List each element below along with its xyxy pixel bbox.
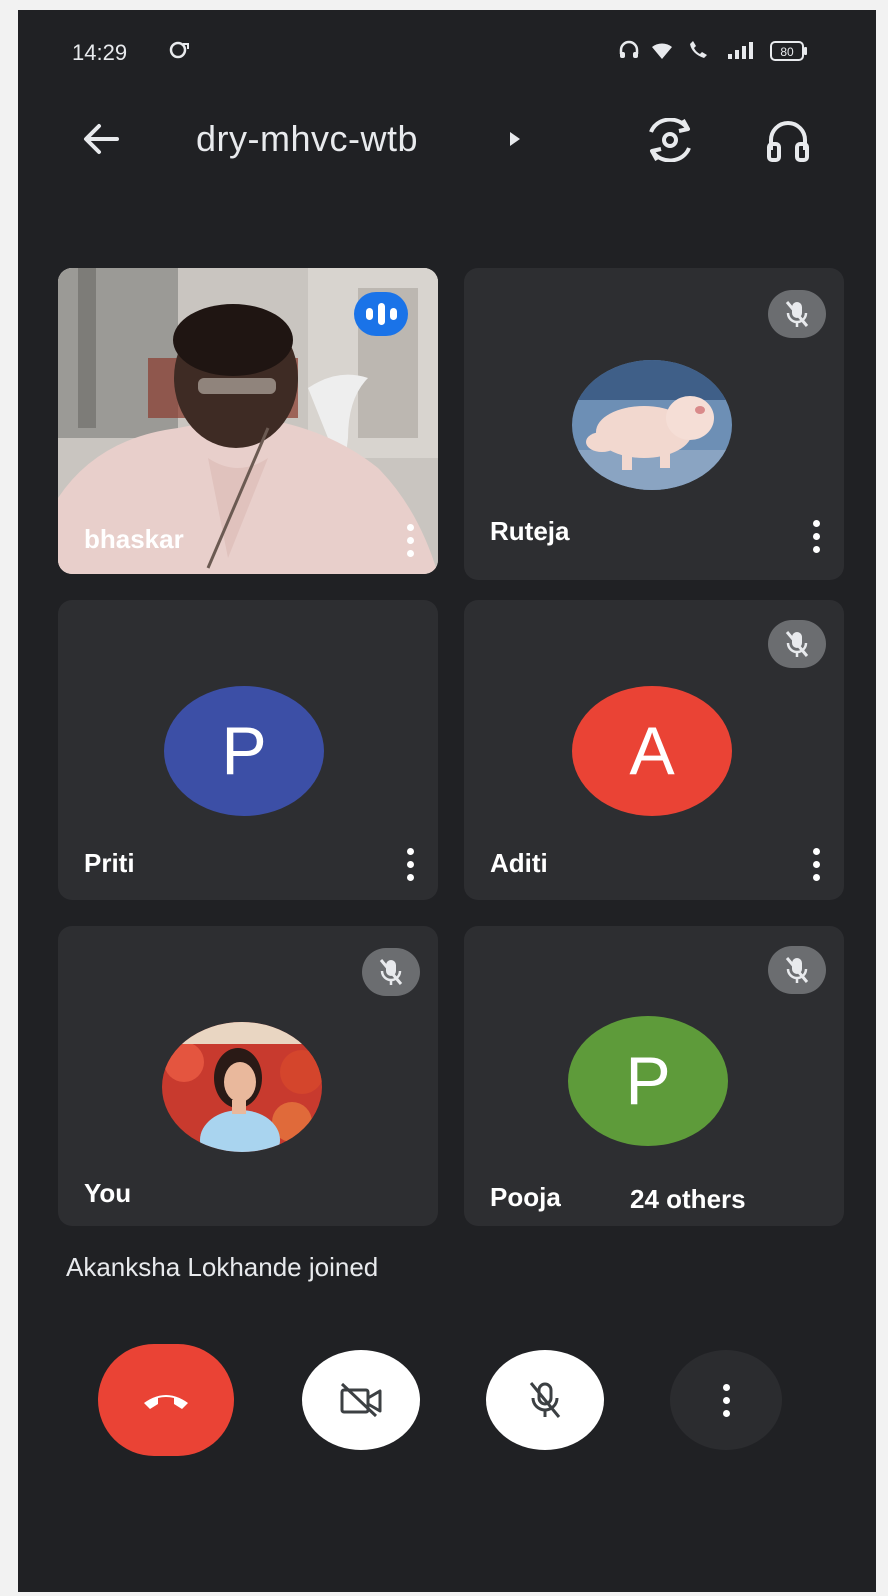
battery-icon: 80 — [770, 40, 808, 68]
headphones-icon — [767, 121, 809, 162]
participant-options-button[interactable] — [396, 842, 424, 886]
mic-off-icon — [768, 946, 826, 994]
participant-options-button[interactable] — [802, 514, 830, 558]
participant-tile-ruteja[interactable]: Ruteja — [464, 268, 844, 580]
participant-tile-bhaskar[interactable]: bhaskar — [58, 268, 438, 574]
mic-off-icon — [768, 620, 826, 668]
meeting-code[interactable]: dry-mhvc-wtb — [196, 118, 418, 160]
participant-avatar: P — [164, 686, 324, 816]
speaking-indicator-icon — [354, 292, 408, 336]
participant-name: Priti — [84, 848, 135, 878]
participant-tile-aditi[interactable]: A Aditi — [464, 600, 844, 900]
participant-name: Aditi — [490, 848, 548, 878]
camera-switch-icon — [649, 118, 691, 162]
headphone-status-icon — [618, 40, 640, 66]
camera-toggle-button[interactable] — [302, 1350, 420, 1450]
participant-options-button[interactable] — [802, 842, 830, 886]
status-time: 14:29 — [72, 40, 128, 65]
end-call-button[interactable] — [98, 1344, 234, 1456]
participant-photo — [572, 360, 732, 490]
sync-icon — [168, 40, 190, 66]
caret-right-icon[interactable] — [508, 130, 522, 153]
participant-avatar: P — [568, 1016, 728, 1146]
battery-level: 80 — [780, 45, 794, 59]
more-vert-icon — [722, 1383, 730, 1417]
top-bar: dry-mhvc-wtb — [18, 100, 876, 180]
meet-call-screen: 14:29 80 dry-mhvc-wtb bhaskar Ruteja P P… — [18, 10, 876, 1592]
participant-tile-you[interactable]: You — [58, 926, 438, 1226]
wifi-icon — [650, 40, 676, 66]
mic-off-icon — [768, 290, 826, 338]
participant-tile-priti[interactable]: P Priti — [58, 600, 438, 900]
participant-tile-pooja[interactable]: P Pooja 24 others — [464, 926, 844, 1226]
participant-options-button[interactable] — [396, 518, 424, 562]
more-options-button[interactable] — [670, 1350, 782, 1450]
signal-icon — [726, 40, 756, 66]
phone-hangup-icon — [144, 1395, 188, 1409]
participant-name: Pooja — [490, 1182, 561, 1212]
mic-off-icon — [362, 948, 420, 996]
participant-avatar: A — [572, 686, 732, 816]
join-notification: Akanksha Lokhande joined — [66, 1252, 379, 1282]
participant-name: You — [84, 1178, 132, 1208]
microphone-toggle-button[interactable] — [486, 1350, 604, 1450]
arrow-left-icon — [84, 124, 119, 154]
volte-call-icon — [686, 40, 710, 66]
participant-name: Ruteja — [490, 516, 570, 546]
video-off-icon — [340, 1382, 382, 1418]
switch-camera-button[interactable] — [642, 112, 698, 168]
audio-output-button[interactable] — [760, 112, 816, 168]
status-bar: 14:29 80 — [18, 10, 876, 90]
back-button[interactable] — [76, 114, 126, 164]
participant-photo — [162, 1022, 322, 1152]
mic-off-icon — [529, 1382, 561, 1418]
participant-name: bhaskar — [84, 524, 184, 554]
others-count[interactable]: 24 others — [630, 1184, 746, 1215]
